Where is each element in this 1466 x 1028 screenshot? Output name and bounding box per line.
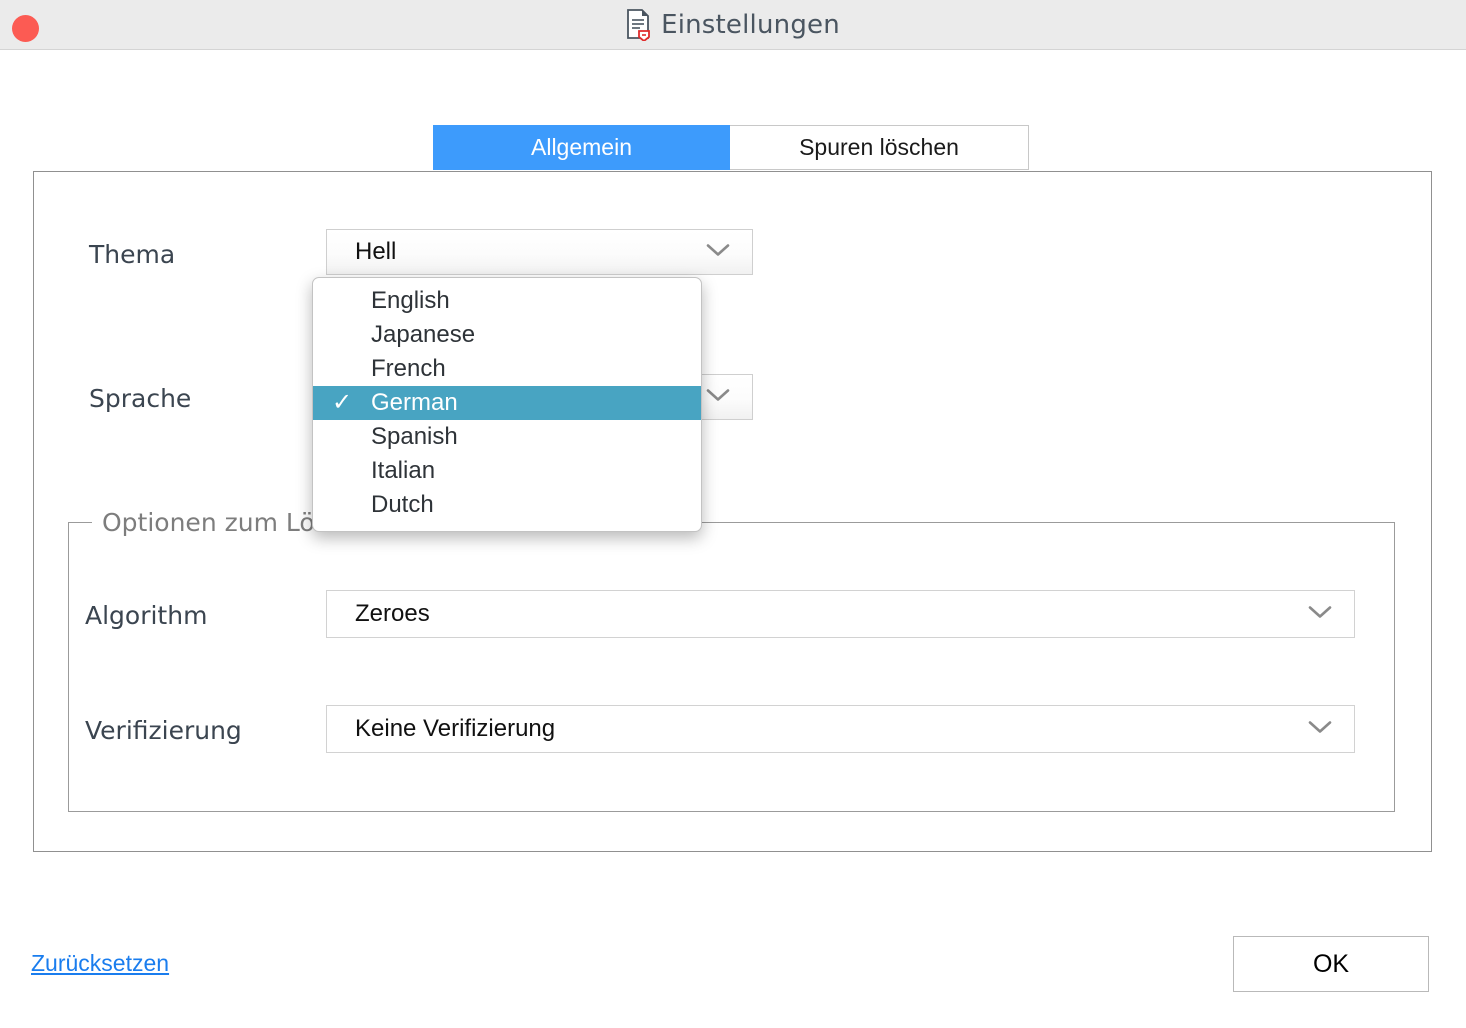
algorithm-label: Algorithm — [85, 601, 208, 630]
menu-item-spanish[interactable]: Spanish — [313, 420, 701, 454]
menu-item-label: French — [371, 355, 446, 382]
menu-item-japanese[interactable]: Japanese — [313, 318, 701, 352]
window-title: Einstellungen — [661, 10, 840, 40]
chevron-down-icon — [704, 242, 732, 263]
menu-item-label: English — [371, 287, 450, 314]
tab-spuren-loeschen-label: Spuren löschen — [799, 134, 959, 160]
menu-item-german[interactable]: ✓ German — [313, 386, 701, 420]
menu-item-dutch[interactable]: Dutch — [313, 488, 701, 522]
ok-button[interactable]: OK — [1233, 936, 1429, 992]
chevron-down-icon — [1306, 719, 1334, 740]
ok-button-label: OK — [1312, 949, 1350, 978]
algorithm-combobox[interactable]: Zeroes — [326, 590, 1355, 638]
checkmark-icon: ✓ — [331, 389, 353, 416]
menu-item-italian[interactable]: Italian — [313, 454, 701, 488]
theme-value: Hell — [355, 238, 397, 265]
chevron-down-icon — [1306, 604, 1334, 625]
verification-combobox[interactable]: Keine Verifizierung — [326, 705, 1355, 753]
document-shield-icon — [626, 9, 652, 43]
theme-label: Thema — [89, 240, 176, 269]
reset-link[interactable]: Zurücksetzen — [31, 950, 169, 977]
menu-item-label: Dutch — [371, 491, 434, 518]
window-titlebar: Einstellungen — [0, 0, 1466, 50]
theme-combobox[interactable]: Hell — [326, 229, 753, 275]
window-title-group: Einstellungen — [0, 0, 1466, 50]
menu-item-label: Italian — [371, 457, 436, 484]
close-window-button[interactable] — [12, 15, 39, 42]
menu-item-label: Japanese — [371, 321, 476, 348]
tab-allgemein-label: Allgemein — [531, 134, 632, 160]
verification-value: Keine Verifizierung — [355, 715, 556, 742]
delete-options-groupbox — [68, 522, 1395, 812]
algorithm-value: Zeroes — [355, 600, 430, 627]
tab-allgemein[interactable]: Allgemein — [433, 125, 730, 170]
tab-spuren-loeschen[interactable]: Spuren löschen — [730, 125, 1029, 170]
tab-bar: Allgemein Spuren löschen — [433, 125, 1029, 170]
language-dropdown-menu[interactable]: English Japanese French ✓ German Spanish… — [312, 277, 702, 532]
verification-label: Verifizierung — [85, 716, 242, 745]
menu-item-english[interactable]: English — [313, 284, 701, 318]
menu-item-label: German — [371, 389, 458, 416]
menu-item-label: Spanish — [371, 423, 458, 450]
chevron-down-icon — [704, 387, 732, 408]
language-label: Sprache — [89, 384, 192, 413]
menu-item-french[interactable]: French — [313, 352, 701, 386]
